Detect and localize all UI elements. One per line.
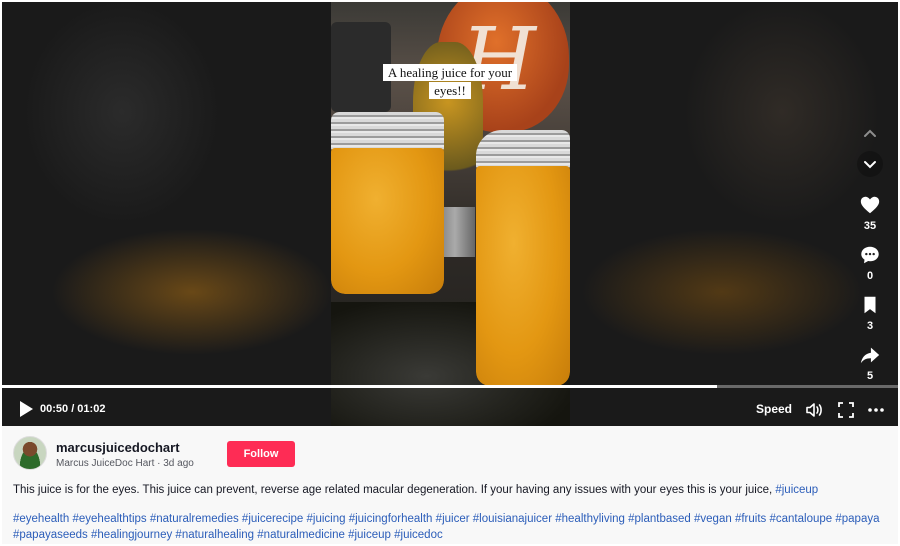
progress-bar[interactable]	[2, 385, 898, 388]
share-count: 5	[866, 370, 874, 382]
progress-fill	[2, 385, 717, 388]
hashtag-link[interactable]: #papayaseeds	[13, 529, 88, 541]
hashtag-link[interactable]: #naturalremedies	[150, 513, 239, 525]
hashtag-link[interactable]: #naturalmedicine	[257, 529, 345, 541]
hashtag-link[interactable]: #juiceup	[775, 484, 818, 496]
share-action[interactable]: 5	[856, 344, 884, 382]
follow-button[interactable]: Follow	[227, 441, 295, 467]
like-count: 35	[863, 220, 877, 232]
hashtag-link[interactable]: #healingjourney	[91, 529, 172, 541]
juice-jar-right	[476, 130, 570, 386]
description-text: This juice is for the eyes. This juice c…	[13, 484, 776, 496]
hashtag-link[interactable]: #papaya	[835, 513, 879, 525]
hashtag-link[interactable]: #eyehealthtips	[72, 513, 146, 525]
author-username[interactable]: marcusjuicedochart	[56, 440, 180, 455]
post-description: This juice is for the eyes. This juice c…	[13, 483, 893, 497]
hashtag-link[interactable]: #naturalhealing	[175, 529, 254, 541]
more-options-icon[interactable]	[866, 400, 886, 420]
play-icon[interactable]	[18, 400, 34, 418]
bookmark-icon[interactable]	[859, 294, 881, 316]
time-display: 00:50 / 01:02	[40, 403, 106, 415]
juice-jar-left	[331, 112, 444, 294]
save-count: 3	[866, 320, 874, 332]
comment-count: 0	[866, 270, 874, 282]
side-action-bar: 35 0 3 5	[856, 120, 884, 382]
fullscreen-icon[interactable]	[836, 400, 856, 420]
hashtag-link[interactable]: #plantbased	[628, 513, 691, 525]
chevron-up-icon[interactable]	[856, 120, 884, 148]
share-icon[interactable]	[859, 344, 881, 366]
heart-icon[interactable]	[859, 194, 881, 216]
video-player[interactable]: H A healing juice for your eyes!! 35 0 3…	[2, 2, 898, 426]
author-subline: Marcus JuiceDoc Hart · 3d ago	[56, 458, 194, 469]
control-bar: 00:50 / 01:02 Speed	[2, 394, 898, 426]
hashtag-link[interactable]: #healthyliving	[555, 513, 625, 525]
video-frame[interactable]: H A healing juice for your eyes!!	[331, 2, 570, 426]
comment-action[interactable]: 0	[856, 244, 884, 282]
speed-button[interactable]: Speed	[756, 402, 792, 416]
hashtag-list: #eyehealth #eyehealthtips #naturalremedi…	[13, 512, 893, 543]
post-info-panel: marcusjuicedochart Marcus JuiceDoc Hart …	[2, 426, 898, 544]
avatar[interactable]	[13, 436, 47, 470]
hashtag-link[interactable]: #eyehealth	[13, 513, 69, 525]
hashtag-link[interactable]: #cantaloupe	[769, 513, 832, 525]
video-caption: A healing juice for your eyes!!	[378, 64, 522, 100]
like-action[interactable]: 35	[856, 194, 884, 232]
volume-icon[interactable]	[804, 400, 824, 420]
hashtag-link[interactable]: #vegan	[694, 513, 732, 525]
hashtag-link[interactable]: #juicerecipe	[242, 513, 303, 525]
hashtag-link[interactable]: #juicing	[307, 513, 346, 525]
save-action[interactable]: 3	[856, 294, 884, 332]
hashtag-link[interactable]: #juicingforhealth	[349, 513, 433, 525]
hashtag-link[interactable]: #juicer	[436, 513, 470, 525]
chevron-down-icon[interactable]	[856, 150, 884, 178]
hashtag-link[interactable]: #fruits	[735, 513, 766, 525]
comment-icon[interactable]	[859, 244, 881, 266]
hashtag-link[interactable]: #louisianajuicer	[473, 513, 552, 525]
hashtag-link[interactable]: #juiceup	[348, 529, 391, 541]
hashtag-link[interactable]: #juicedoc	[394, 529, 443, 541]
